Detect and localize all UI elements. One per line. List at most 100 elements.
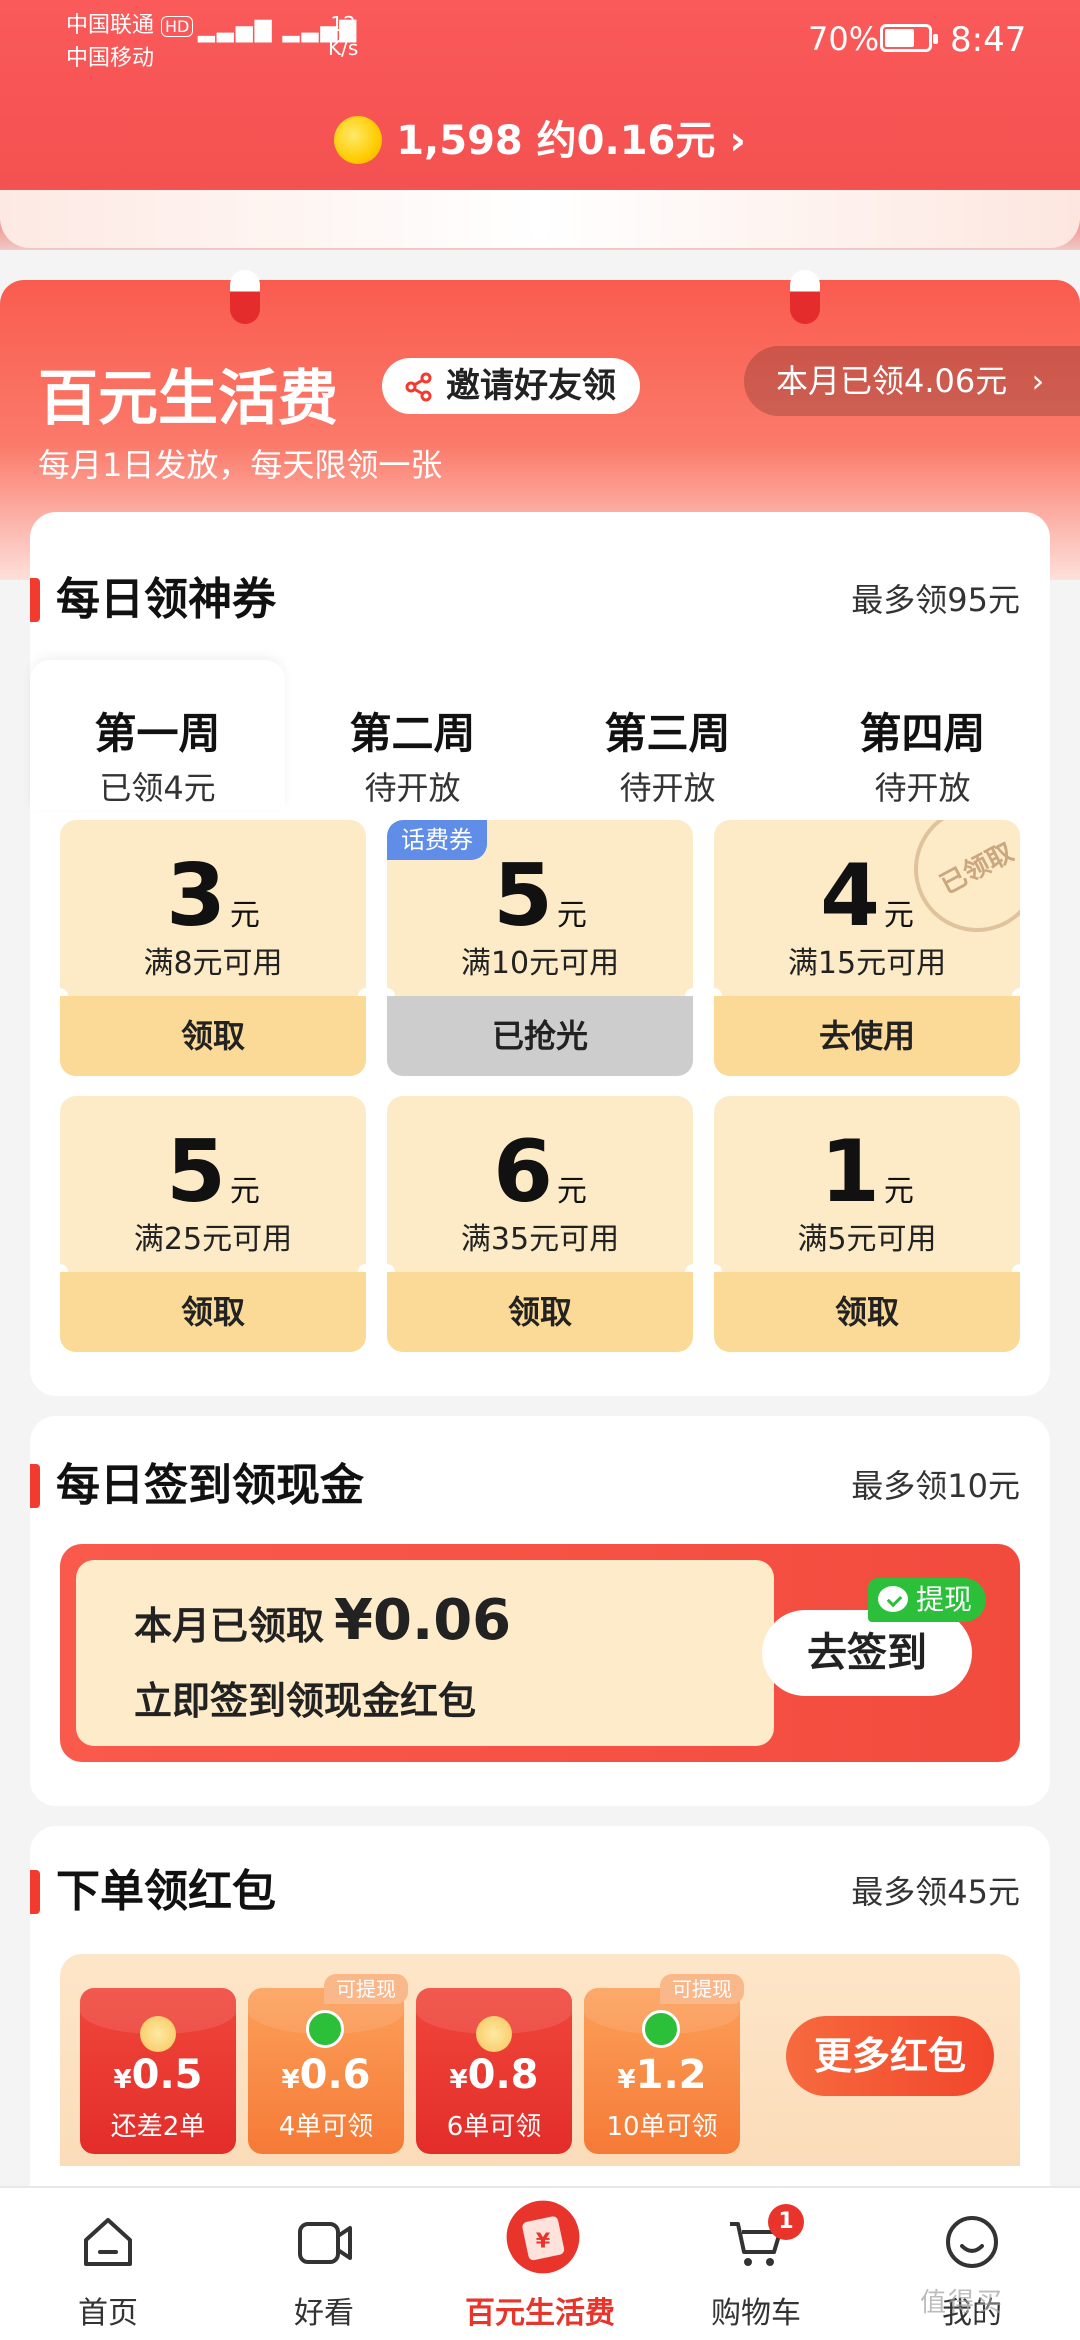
- previous-card-bottom: [0, 190, 1080, 248]
- coin-icon: [140, 2016, 176, 2052]
- use-button[interactable]: 去使用: [714, 996, 1020, 1076]
- packet-value: ¥0.5: [80, 2052, 236, 2098]
- invite-friends-button[interactable]: 邀请好友领: [382, 358, 640, 414]
- coupon-amount: 3: [166, 846, 226, 946]
- withdrawable-tag: 可提现: [660, 1974, 744, 2004]
- week-name: 第二周: [349, 709, 476, 758]
- week-state: 待开放: [619, 769, 716, 807]
- claim-button[interactable]: 领取: [714, 1272, 1020, 1352]
- packet-value: ¥0.6: [248, 2052, 404, 2098]
- nav-living-fee[interactable]: ¥ 百元生活费: [432, 2188, 648, 2340]
- currency: ¥: [449, 2065, 468, 2095]
- share-icon: [405, 372, 432, 402]
- coupon-unit: 元: [229, 898, 260, 933]
- coupon-condition: 满25元可用: [133, 1222, 293, 1257]
- section-accent: [30, 1464, 40, 1508]
- section-title: 下单领红包: [56, 1866, 276, 1917]
- section-header: 下单领红包 最多领45元: [30, 1862, 1050, 1922]
- watermark: 值得买: [920, 2288, 1005, 2318]
- month-claimed-button[interactable]: 本月已领4.06元 ›: [744, 346, 1080, 416]
- month-claimed-label: 本月已领4.06元: [776, 362, 1008, 400]
- sign-in-banner[interactable]: 本月已领取 ¥0.06 立即签到领现金红包 去签到 提现: [60, 1544, 1020, 1762]
- invite-label: 邀请好友领: [446, 366, 616, 406]
- wechat-icon: [306, 2010, 344, 2048]
- packet-value: ¥0.8: [416, 2052, 572, 2098]
- section-accent: [30, 1870, 40, 1914]
- packet-amount: 0.8: [467, 2052, 539, 2098]
- packet-amount: 0.6: [299, 2052, 371, 2098]
- week-name: 第三周: [604, 709, 731, 758]
- hd-badge: HD: [161, 16, 194, 37]
- pin-icon: [790, 270, 820, 324]
- hero-subtitle: 每月1日发放，每天限领一张: [38, 446, 443, 484]
- red-packet[interactable]: ¥0.8 6单可领: [416, 1988, 572, 2154]
- packet-requirement: 4单可领: [278, 2112, 374, 2142]
- tab-week-1[interactable]: 第一周 已领4元: [30, 660, 285, 810]
- bottom-nav: 首页 好看 ¥ 百元生活费 1 购物车 我的: [0, 2186, 1080, 2340]
- sign-in-desc: 立即签到领现金红包: [134, 1679, 477, 1723]
- nav-label: 百元生活费: [465, 2296, 615, 2331]
- claim-button[interactable]: 领取: [387, 1272, 693, 1352]
- clock: 8:47: [950, 20, 1027, 60]
- packet-amount: 0.5: [131, 2052, 203, 2098]
- week-state: 待开放: [364, 769, 461, 807]
- nav-label: 购物车: [711, 2296, 801, 2331]
- video-icon: [298, 2222, 352, 2264]
- coupon-card[interactable]: 6元 满35元可用 领取: [387, 1096, 693, 1352]
- red-packet[interactable]: ¥1.2 10单可领: [584, 1988, 740, 2154]
- svg-text:¥: ¥: [536, 2228, 551, 2252]
- nav-home[interactable]: 首页: [0, 2188, 216, 2340]
- net-speed: 12 K/s: [328, 12, 358, 60]
- coupon-condition: 满8元可用: [143, 946, 283, 981]
- coin-balance[interactable]: 1,598 约0.16元 ›: [0, 108, 1080, 166]
- nav-cart[interactable]: 1 购物车: [648, 2188, 864, 2340]
- coupon-condition: 满35元可用: [460, 1222, 620, 1257]
- coupon-condition: 满5元可用: [797, 1222, 937, 1257]
- coupon-card[interactable]: 1元 满5元可用 领取: [714, 1096, 1020, 1352]
- coupon-card[interactable]: 话费券 5元 满10元可用 已抢光: [387, 820, 693, 1076]
- coupon-condition: 满15元可用: [787, 946, 947, 981]
- coupon-unit: 元: [556, 1174, 587, 1209]
- red-envelope-icon: ¥: [506, 2200, 580, 2274]
- nav-label: 好看: [294, 2296, 354, 2331]
- nav-video[interactable]: 好看: [216, 2188, 432, 2340]
- coupon-amount: 5: [493, 846, 553, 946]
- claim-button[interactable]: 领取: [60, 1272, 366, 1352]
- claim-button[interactable]: 领取: [60, 996, 366, 1076]
- packet-value: ¥1.2: [584, 2052, 740, 2098]
- week-name: 第四周: [859, 709, 986, 758]
- nav-label: 首页: [78, 2296, 138, 2331]
- coupon-card[interactable]: 5元 满25元可用 领取: [60, 1096, 366, 1352]
- coupon-unit: 元: [556, 898, 587, 933]
- withdraw-tag: 提现: [868, 1578, 987, 1622]
- coin-icon: [334, 116, 383, 164]
- home-icon: [84, 2218, 132, 2266]
- battery-icon: [880, 24, 938, 52]
- section-max: 最多领45元: [851, 1873, 1020, 1911]
- coupon-amount: 1: [820, 1122, 880, 1222]
- coupon-unit: 元: [883, 898, 914, 933]
- chevron-right-icon: ›: [1031, 362, 1045, 400]
- coupon-amount: 4: [820, 846, 880, 946]
- coupon-card[interactable]: 3元 满8元可用 领取: [60, 820, 366, 1076]
- carrier-info: 中国联通 HD 中国移动: [66, 10, 194, 75]
- week-name: 第一周: [94, 709, 221, 758]
- battery-fill: [885, 29, 914, 47]
- week-state: 已领4元: [99, 769, 216, 807]
- coupon-card[interactable]: 已领取 4元 满15元可用 去使用: [714, 820, 1020, 1076]
- coupon-amount: 5: [166, 1122, 226, 1222]
- withdraw-label: 提现: [916, 1583, 973, 1616]
- more-packets-button[interactable]: 更多红包: [786, 2016, 994, 2096]
- tab-week-3[interactable]: 第三周 待开放: [540, 660, 795, 810]
- tab-week-2[interactable]: 第二周 待开放: [285, 660, 540, 810]
- status-bar: 中国联通 HD 中国移动 ▂▃▅▇ ▂▃▅▇ 12 K/s 70% 8:47: [0, 0, 1080, 80]
- sold-out-button[interactable]: 已抢光: [387, 996, 693, 1076]
- section-title: 每日领神券: [56, 574, 276, 625]
- currency: ¥: [113, 2065, 132, 2095]
- packet-requirement: 6单可领: [446, 2112, 542, 2142]
- red-packet[interactable]: ¥0.6 4单可领: [248, 1988, 404, 2154]
- sign-in-info: 本月已领取 ¥0.06 立即签到领现金红包: [76, 1560, 774, 1746]
- tab-week-4[interactable]: 第四周 待开放: [795, 660, 1050, 810]
- red-packet[interactable]: ¥0.5 还差2单: [80, 1988, 236, 2154]
- sign-in-button[interactable]: 去签到: [762, 1610, 972, 1696]
